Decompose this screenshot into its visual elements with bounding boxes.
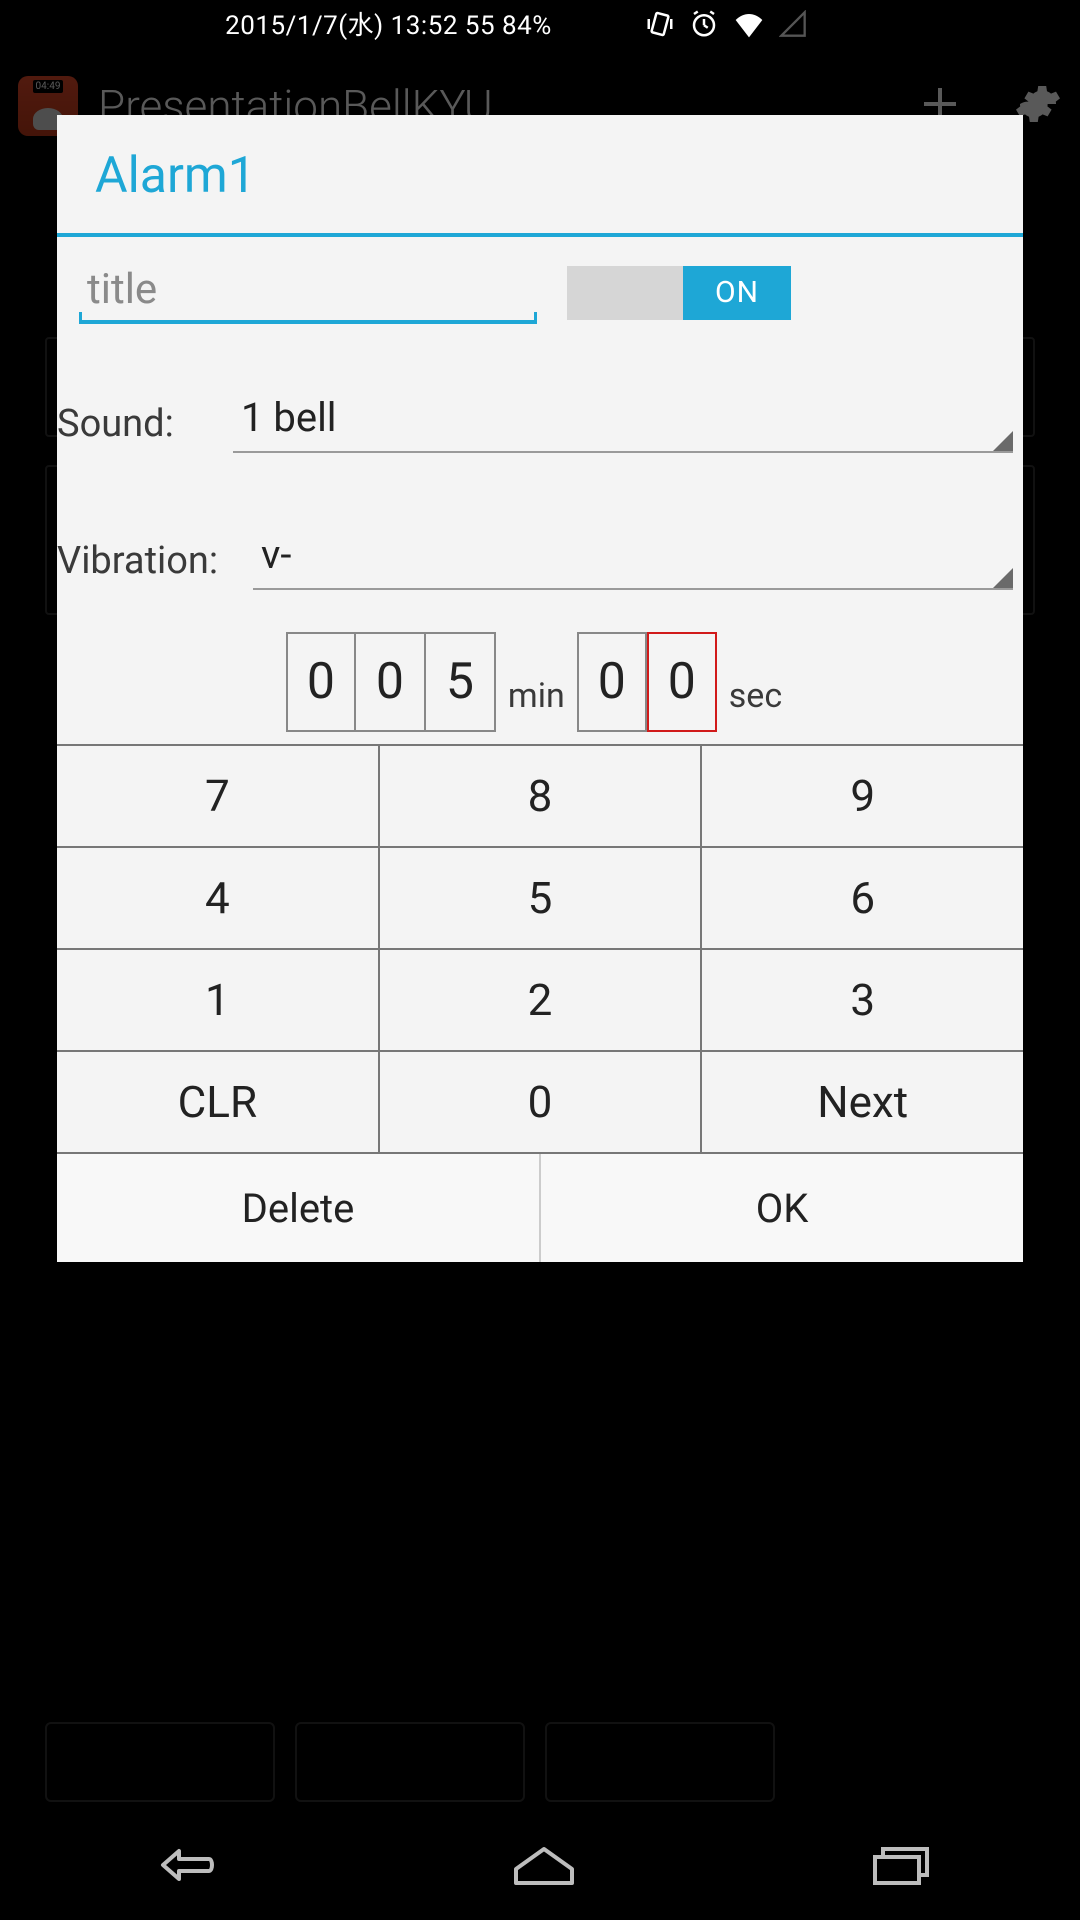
recents-icon[interactable]: [865, 1841, 937, 1889]
alarm-dialog: Alarm1 ON Sound: 1 bell Vibration: v- 0: [57, 115, 1023, 1262]
keypad-1[interactable]: 1: [57, 950, 380, 1052]
wifi-icon: [733, 10, 765, 38]
alarm-icon: [689, 9, 719, 39]
keypad-8[interactable]: 8: [380, 746, 703, 848]
vibration-spinner[interactable]: v-: [253, 531, 1013, 590]
toggle-on-label: ON: [683, 266, 791, 320]
min-digit-3[interactable]: 5: [426, 632, 496, 732]
status-bar-text: 2015/1/7(水) 13:52 55 84%: [132, 5, 645, 42]
vibration-label: Vibration:: [57, 539, 227, 583]
keypad-3[interactable]: 3: [702, 950, 1023, 1052]
ok-button[interactable]: OK: [539, 1154, 1023, 1262]
sound-value: 1 bell: [241, 394, 337, 441]
nav-bar: [0, 1810, 1080, 1920]
sec-digit-2[interactable]: 0: [647, 632, 717, 732]
home-icon[interactable]: [508, 1843, 580, 1887]
time-row: 0 0 5 min 0 0 sec: [57, 632, 1023, 732]
sound-spinner[interactable]: 1 bell: [233, 394, 1013, 453]
dialog-title: Alarm1: [57, 115, 1023, 233]
keypad-2[interactable]: 2: [380, 950, 703, 1052]
dialog-actions: Delete OK: [57, 1154, 1023, 1262]
sec-digit-1[interactable]: 0: [577, 632, 647, 732]
enable-toggle[interactable]: ON: [567, 266, 791, 320]
min-digit-1[interactable]: 0: [286, 632, 356, 732]
keypad-7[interactable]: 7: [57, 746, 380, 848]
sec-unit: sec: [717, 676, 794, 716]
keypad: 7 8 9 4 5 6 1 2 3 CLR 0 Next: [57, 744, 1023, 1154]
vibration-value: v-: [261, 531, 291, 578]
min-digit-2[interactable]: 0: [356, 632, 426, 732]
keypad-9[interactable]: 9: [702, 746, 1023, 848]
keypad-0[interactable]: 0: [380, 1052, 703, 1154]
keypad-4[interactable]: 4: [57, 848, 380, 950]
title-input[interactable]: [79, 261, 537, 324]
sound-label: Sound:: [57, 402, 207, 446]
vibrate-icon: [645, 9, 675, 39]
keypad-next[interactable]: Next: [702, 1052, 1023, 1154]
keypad-clear[interactable]: CLR: [57, 1052, 380, 1154]
delete-button[interactable]: Delete: [57, 1154, 539, 1262]
keypad-5[interactable]: 5: [380, 848, 703, 950]
min-unit: min: [496, 676, 577, 716]
keypad-6[interactable]: 6: [702, 848, 1023, 950]
title-input-wrap: [79, 261, 537, 324]
cell-signal-icon: [779, 10, 807, 38]
back-icon[interactable]: [143, 1843, 223, 1887]
status-bar: 2015/1/7(水) 13:52 55 84%: [0, 0, 819, 47]
